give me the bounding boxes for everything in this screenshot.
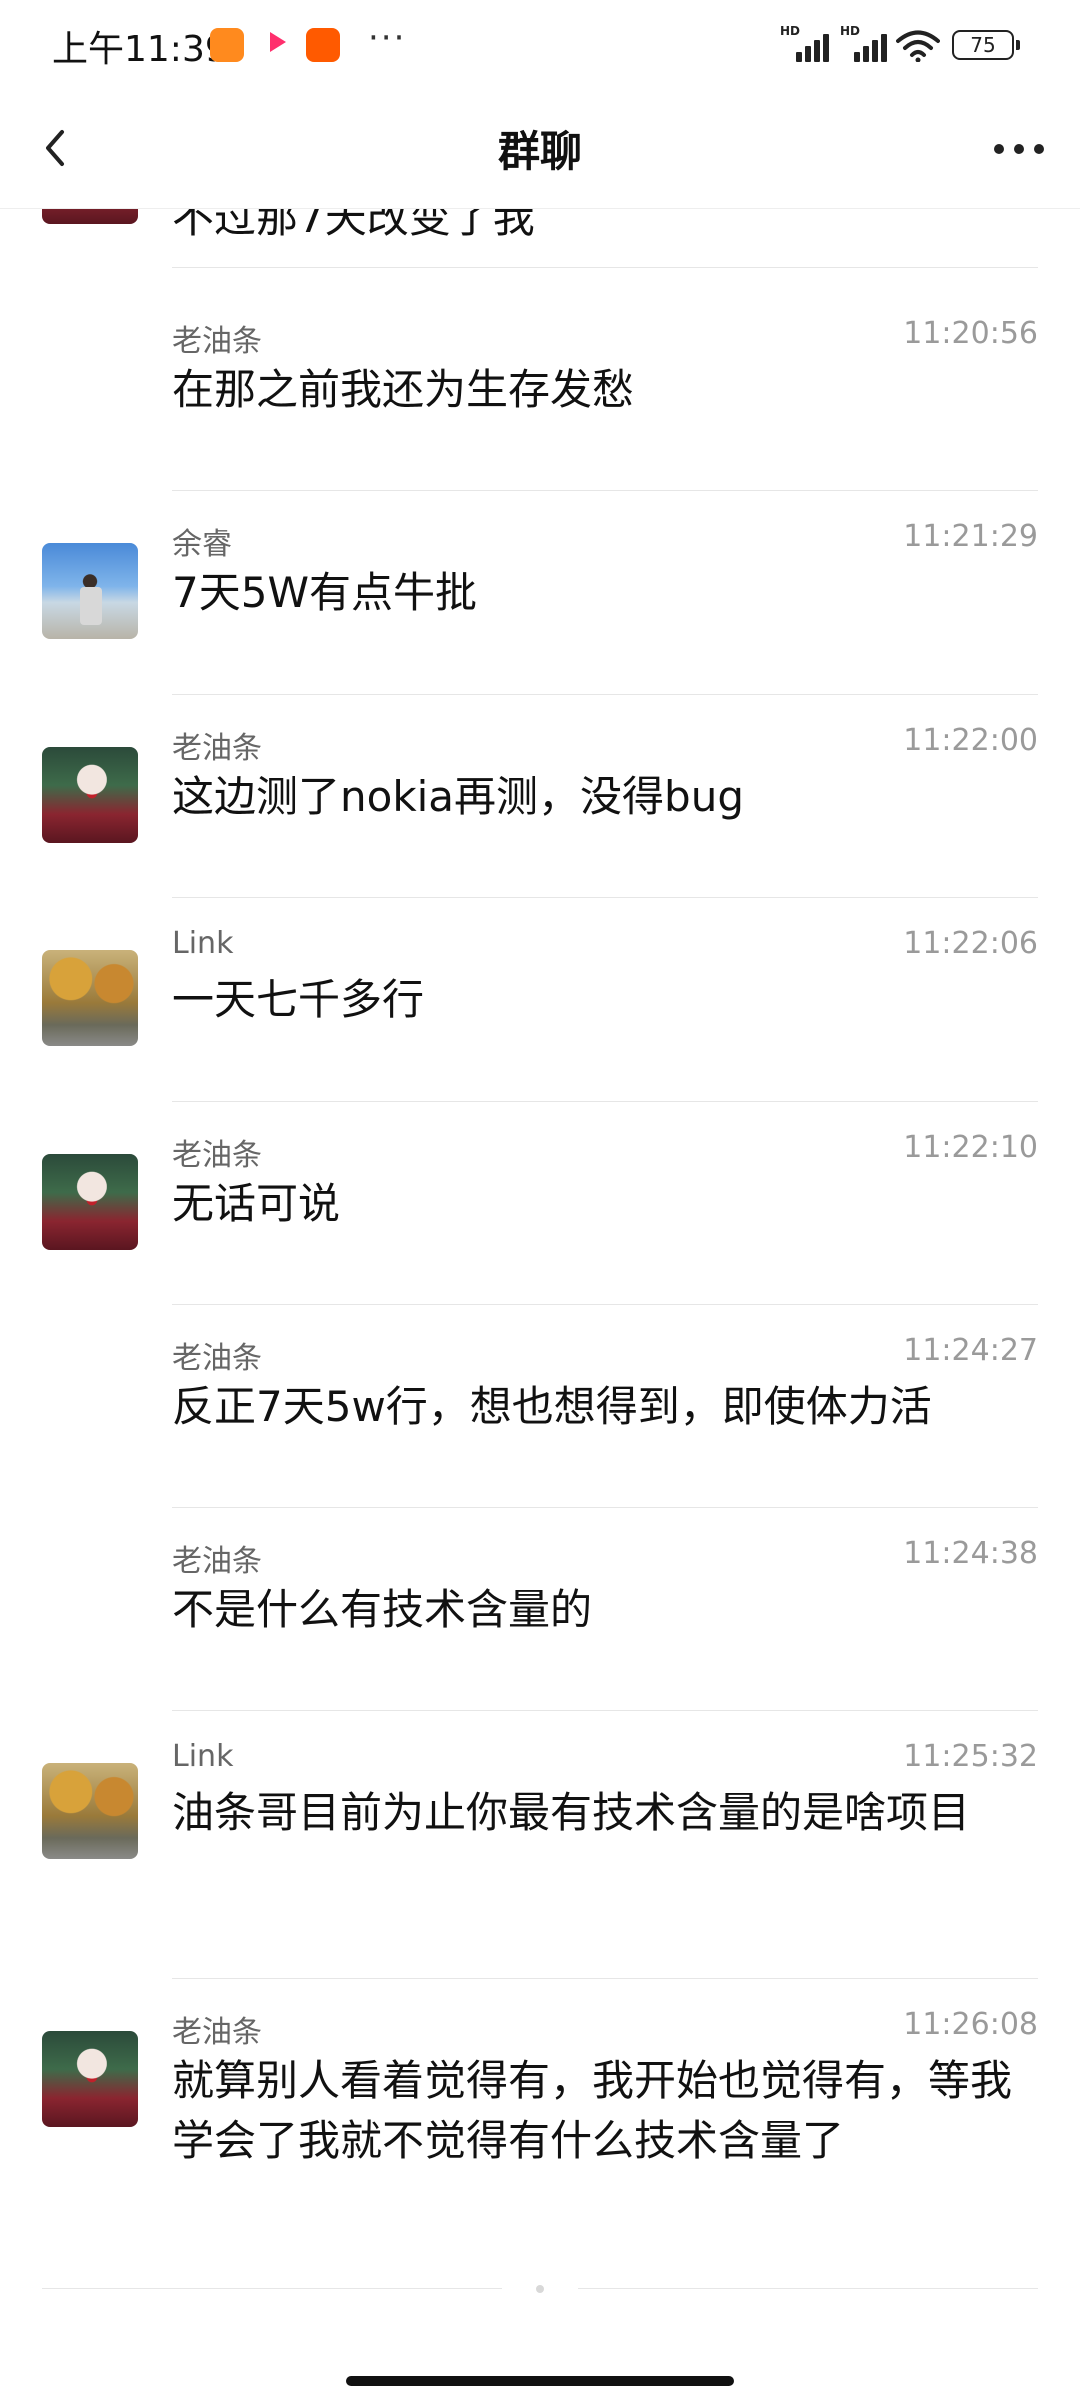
list-item[interactable]: Link 11:22:06 一天七千多行 (0, 898, 1080, 1102)
sender-name: 老油条 (172, 1341, 262, 1376)
list-item[interactable]: Link 11:25:32 油条哥目前为止你最有技术含量的是啥项目 (0, 1711, 1080, 1979)
sender-name: 老油条 (172, 731, 262, 766)
signal-icon: HD (840, 24, 896, 62)
list-end-divider (42, 2285, 1038, 2293)
message-time: 11:24:27 (903, 1333, 1038, 1368)
signal-hd-label: HD (780, 24, 801, 38)
avatar[interactable] (42, 2031, 138, 2127)
list-item[interactable]: 老油条 11:20:56 在那之前我还为生存发愁 (0, 288, 1080, 491)
message-text: 7天5W有点牛批 (172, 568, 477, 617)
divider (172, 267, 1038, 268)
message-time: 11:22:06 (903, 926, 1038, 961)
signal-icon: HD (780, 24, 836, 62)
message-time: 11:22:10 (903, 1130, 1038, 1165)
message-text: 油条哥目前为止你最有技术含量的是啥项目 (172, 1788, 971, 1837)
avatar[interactable] (42, 1763, 138, 1859)
message-text: 这边测了nokia再测，没得bug (172, 772, 744, 821)
message-time: 11:26:08 (903, 2007, 1038, 2042)
message-text: 无话可说 (172, 1179, 341, 1228)
message-text: 反正7天5w行，想也想得到，即使体力活 (172, 1382, 932, 1431)
wifi-icon (896, 30, 940, 62)
nav-bar: 群聊 (0, 90, 1080, 209)
message-text: 在那之前我还为生存发愁 (172, 365, 635, 414)
list-item[interactable]: 老油条 11:22:00 这边测了nokia再测，没得bug (0, 695, 1080, 898)
message-time: 11:20:56 (903, 316, 1038, 351)
message-time: 11:24:38 (903, 1536, 1038, 1571)
list-item[interactable]: 余睿 11:21:29 7天5W有点牛批 (0, 491, 1080, 695)
sender-name: 老油条 (172, 2015, 262, 2050)
avatar[interactable] (42, 1154, 138, 1250)
list-item[interactable]: 不过那7天改变了我 (0, 208, 1080, 268)
list-item[interactable]: 老油条 11:24:38 不是什么有技术含量的 (0, 1508, 1080, 1711)
message-text: 不过那7天改变了我 (172, 208, 535, 242)
end-dot-icon (536, 2285, 544, 2293)
home-indicator[interactable] (346, 2376, 734, 2386)
more-options-icon[interactable] (984, 118, 1054, 178)
page-title: 群聊 (497, 127, 582, 176)
message-list[interactable]: 不过那7天改变了我 老油条 11:20:56 在那之前我还为生存发愁 余睿 11… (0, 208, 1080, 2298)
sender-name: Link (172, 926, 234, 961)
status-time: 上午11:39 (52, 29, 228, 70)
list-item[interactable]: 老油条 11:22:10 无话可说 (0, 1102, 1080, 1305)
status-bar: 上午11:39 ··· HD HD 75 (0, 0, 1080, 90)
notification-video-icon (262, 28, 296, 62)
sender-name: 老油条 (172, 1138, 262, 1173)
avatar[interactable] (42, 747, 138, 843)
message-time: 11:22:00 (903, 723, 1038, 758)
battery-icon: 75 (952, 30, 1020, 60)
avatar[interactable] (42, 950, 138, 1046)
message-time: 11:21:29 (903, 519, 1038, 554)
avatar[interactable] (42, 208, 138, 224)
signal-hd-label: HD (840, 24, 861, 38)
message-time: 11:25:32 (903, 1739, 1038, 1774)
avatar[interactable] (42, 543, 138, 639)
message-text: 不是什么有技术含量的 (172, 1585, 593, 1634)
message-text: 一天七千多行 (172, 975, 425, 1024)
sender-name: Link (172, 1739, 234, 1774)
notification-app-icon (210, 28, 244, 62)
sender-name: 老油条 (172, 324, 262, 359)
sender-name: 老油条 (172, 1544, 262, 1579)
notification-taobao-icon (306, 28, 340, 62)
message-text: 就算别人看着觉得有，我开始也觉得有，等我学会了我就不觉得有什么技术含量了 (172, 2056, 1013, 2165)
status-more-icon: ··· (368, 18, 407, 58)
list-item[interactable]: 老油条 11:24:27 反正7天5w行，想也想得到，即使体力活 (0, 1305, 1080, 1508)
list-item[interactable]: 老油条 11:26:08 就算别人看着觉得有，我开始也觉得有，等我学会了我就不觉… (0, 1979, 1080, 2219)
sender-name: 余睿 (172, 527, 232, 562)
